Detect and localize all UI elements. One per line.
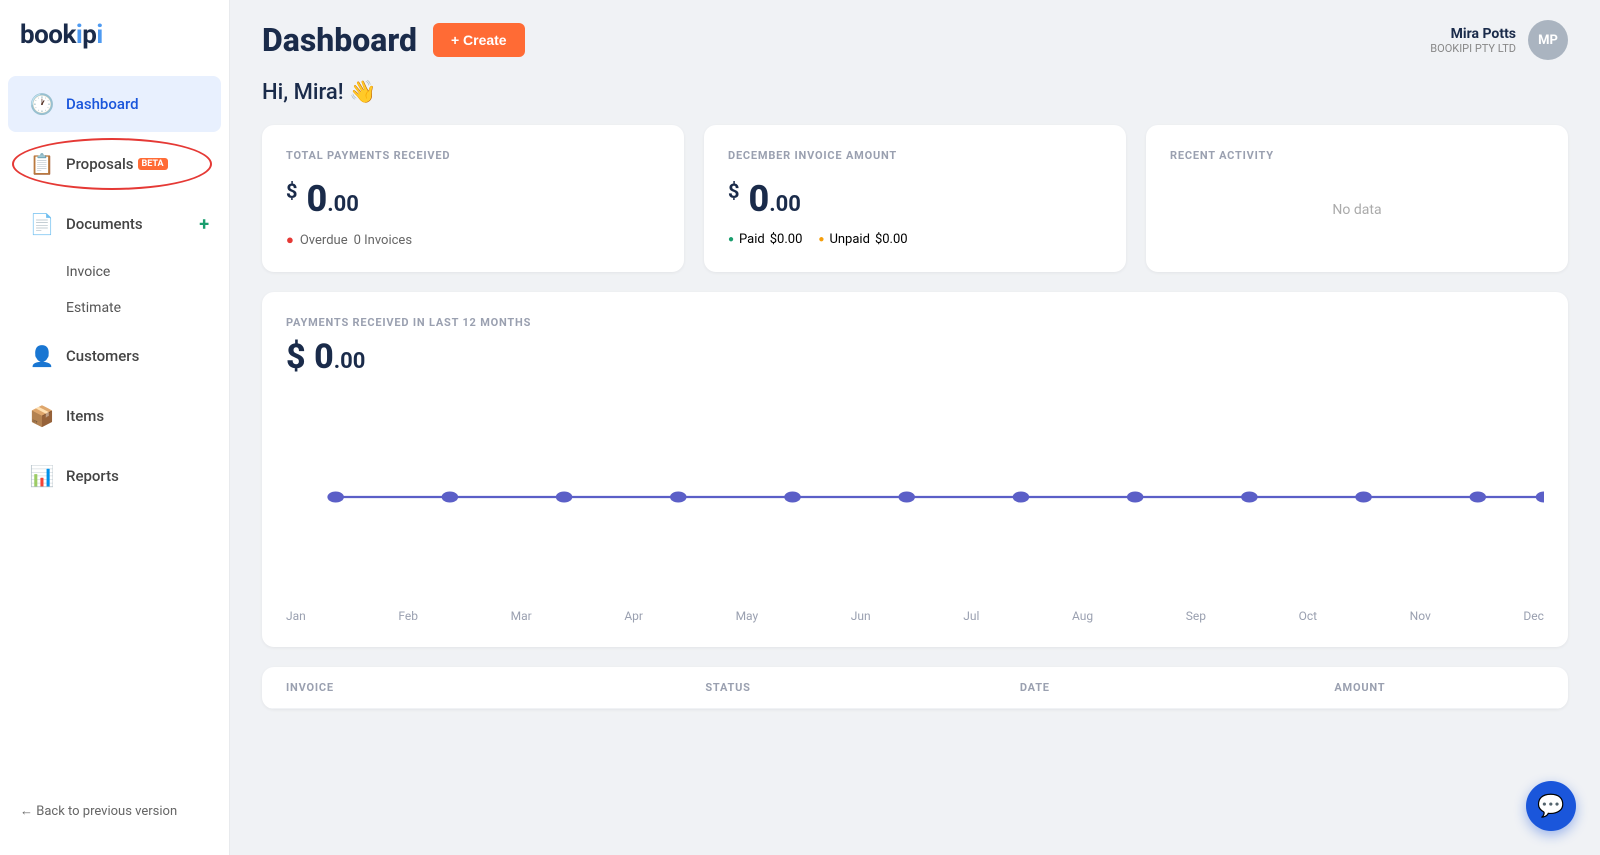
- month-oct: Oct: [1299, 609, 1317, 623]
- total-payments-currency: $: [286, 179, 297, 203]
- sidebar-reports-label: Reports: [66, 467, 119, 485]
- december-invoice-amount: $ 0.00: [728, 178, 1102, 220]
- unpaid-legend: ● Unpaid $0.00: [818, 232, 907, 247]
- paid-label: Paid: [739, 232, 765, 247]
- header-left: Dashboard + Create: [262, 21, 525, 59]
- line-chart: [286, 397, 1544, 597]
- sidebar-item-invoice[interactable]: Invoice: [8, 254, 221, 290]
- dec-decimal: .00: [769, 192, 801, 217]
- chart-title: PAYMENTS RECEIVED IN LAST 12 MONTHS: [286, 316, 1544, 329]
- estimate-label: Estimate: [66, 300, 121, 316]
- chart-currency: $: [286, 337, 306, 377]
- total-payments-card: TOTAL PAYMENTS RECEIVED $ 0.00 ● Overdue…: [262, 125, 684, 272]
- sidebar-item-documents[interactable]: 📄 Documents +: [8, 196, 221, 252]
- month-nov: Nov: [1410, 609, 1431, 623]
- col-date: DATE: [1020, 681, 1335, 694]
- month-jun: Jun: [851, 609, 871, 623]
- overdue-count: 0 Invoices: [354, 233, 412, 248]
- beta-badge: BETA: [138, 158, 168, 170]
- proposals-icon: 📋: [28, 150, 56, 178]
- total-payments-decimal: .00: [327, 192, 359, 217]
- total-payments-amount: $ 0.00: [286, 178, 660, 220]
- paid-unpaid-legend: ● Paid $0.00 ● Unpaid $0.00: [728, 232, 1102, 247]
- main-content: Dashboard + Create Mira Potts BOOKIPI PT…: [230, 0, 1600, 855]
- header-right: Mira Potts BOOKIPI PTY LTD MP: [1430, 20, 1568, 60]
- recent-activity-title: RECENT ACTIVITY: [1170, 149, 1544, 162]
- unpaid-label: Unpaid: [829, 232, 869, 247]
- user-info: Mira Potts BOOKIPI PTY LTD: [1430, 26, 1516, 55]
- paid-dot: ●: [728, 234, 734, 245]
- reports-icon: 📊: [28, 462, 56, 490]
- chart-main: 0: [314, 337, 334, 377]
- sidebar-customers-label: Customers: [66, 347, 139, 365]
- table-header: INVOICE STATUS DATE AMOUNT: [262, 667, 1568, 709]
- sidebar-nav: 🕐 Dashboard 📋 Proposals BETA 📄 Documents…: [0, 74, 229, 787]
- month-may: May: [736, 609, 759, 623]
- col-amount: AMOUNT: [1334, 681, 1544, 694]
- total-payments-title: TOTAL PAYMENTS RECEIVED: [286, 149, 660, 162]
- back-label: ← Back to previous version: [20, 804, 177, 819]
- month-jul: Jul: [963, 609, 979, 623]
- add-document-icon[interactable]: +: [199, 214, 209, 235]
- overdue-label: Overdue: [300, 233, 348, 248]
- documents-icon: 📄: [28, 210, 56, 238]
- col-invoice: INVOICE: [286, 681, 705, 694]
- total-payments-main: 0: [306, 178, 327, 220]
- paid-amount: $0.00: [770, 232, 803, 247]
- chart-decimal: .00: [334, 349, 366, 374]
- dec-currency: $: [728, 179, 739, 203]
- december-invoice-card: DECEMBER INVOICE AMOUNT $ 0.00 ● Paid $0…: [704, 125, 1126, 272]
- month-mar: Mar: [511, 609, 532, 623]
- avatar[interactable]: MP: [1528, 20, 1568, 60]
- sidebar-items-label: Items: [66, 407, 104, 425]
- month-aug: Aug: [1072, 609, 1093, 623]
- col-status: STATUS: [705, 681, 1020, 694]
- sidebar-item-dashboard[interactable]: 🕐 Dashboard: [8, 76, 221, 132]
- payments-chart-card: PAYMENTS RECEIVED IN LAST 12 MONTHS $ 0.…: [262, 292, 1568, 647]
- page-header: Dashboard + Create Mira Potts BOOKIPI PT…: [230, 0, 1600, 76]
- sidebar: bookipi 🕐 Dashboard 📋 Proposals BETA 📄 D…: [0, 0, 230, 855]
- stats-cards: TOTAL PAYMENTS RECEIVED $ 0.00 ● Overdue…: [230, 125, 1600, 292]
- sidebar-item-customers[interactable]: 👤 Customers: [8, 328, 221, 384]
- month-sep: Sep: [1186, 609, 1206, 623]
- logo[interactable]: bookipi: [0, 20, 229, 74]
- chat-icon: 💬: [1537, 794, 1564, 819]
- overdue-status: ● Overdue 0 Invoices: [286, 232, 660, 248]
- chart-amount: $ 0.00: [286, 337, 1544, 377]
- sidebar-item-reports[interactable]: 📊 Reports: [8, 448, 221, 504]
- dashboard-icon: 🕐: [28, 90, 56, 118]
- create-button-label: + Create: [451, 32, 507, 48]
- invoice-label: Invoice: [66, 264, 110, 280]
- paid-legend: ● Paid $0.00: [728, 232, 802, 247]
- unpaid-amount: $0.00: [875, 232, 908, 247]
- page-title: Dashboard: [262, 21, 417, 59]
- chart-month-labels: Jan Feb Mar Apr May Jun Jul Aug Sep Oct …: [286, 601, 1544, 623]
- sidebar-documents-label: Documents: [66, 215, 143, 233]
- december-invoice-title: DECEMBER INVOICE AMOUNT: [728, 149, 1102, 162]
- sidebar-proposals-label: Proposals: [66, 155, 134, 173]
- customers-icon: 👤: [28, 342, 56, 370]
- user-name: Mira Potts: [1430, 26, 1516, 42]
- no-data-label: No data: [1170, 202, 1544, 218]
- chat-bubble[interactable]: 💬: [1526, 781, 1576, 831]
- logo-text: bookipi: [20, 20, 103, 50]
- month-jan: Jan: [286, 609, 306, 623]
- recent-activity-card: RECENT ACTIVITY No data: [1146, 125, 1568, 272]
- dec-main: 0: [748, 178, 769, 220]
- greeting: Hi, Mira! 👋: [230, 76, 1600, 125]
- user-company: BOOKIPI PTY LTD: [1430, 42, 1516, 55]
- items-icon: 📦: [28, 402, 56, 430]
- sidebar-item-items[interactable]: 📦 Items: [8, 388, 221, 444]
- sidebar-item-label: Dashboard: [66, 95, 139, 113]
- unpaid-dot: ●: [818, 234, 824, 245]
- overdue-dot: ●: [286, 232, 294, 248]
- sidebar-item-estimate[interactable]: Estimate: [8, 290, 221, 326]
- create-button[interactable]: + Create: [433, 23, 525, 57]
- sidebar-item-proposals[interactable]: 📋 Proposals BETA: [8, 136, 221, 192]
- month-feb: Feb: [398, 609, 418, 623]
- month-apr: Apr: [624, 609, 643, 623]
- invoice-table-card: INVOICE STATUS DATE AMOUNT: [262, 667, 1568, 709]
- month-dec: Dec: [1523, 609, 1544, 623]
- back-to-previous[interactable]: ← Back to previous version: [0, 787, 229, 835]
